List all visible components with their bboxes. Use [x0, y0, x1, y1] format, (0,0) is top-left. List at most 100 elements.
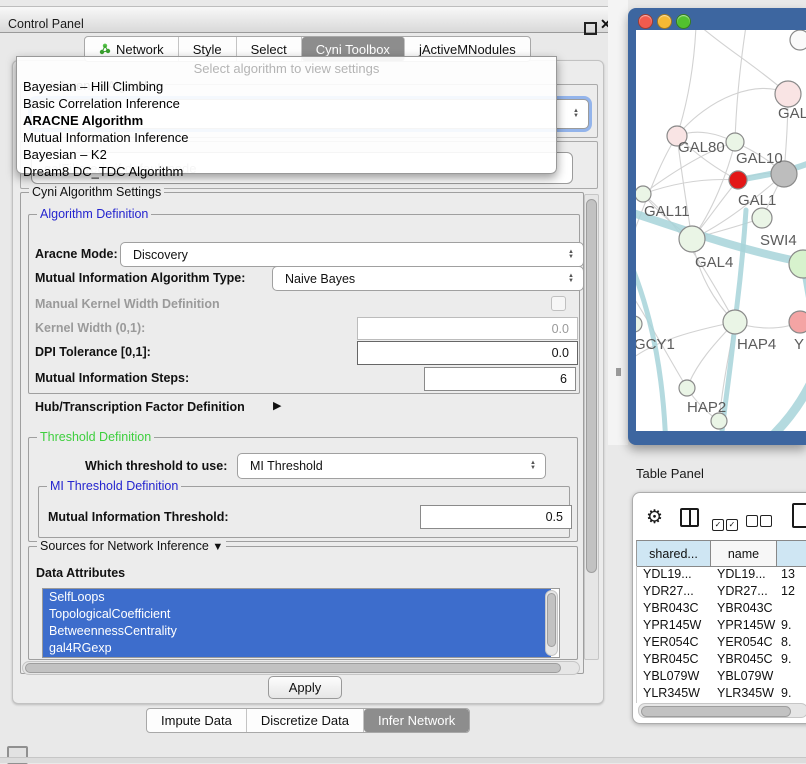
aracne-mode-combo[interactable]: Discovery ▲▼ — [120, 242, 584, 267]
node-gal4[interactable] — [679, 226, 705, 252]
node-gal11[interactable] — [636, 186, 651, 202]
tab-discretize-data-label: Discretize Data — [261, 713, 349, 728]
cell — [777, 600, 806, 617]
panel-title: Control Panel — [8, 17, 84, 31]
node-gal10[interactable] — [726, 133, 744, 151]
cell: 8. — [777, 634, 806, 651]
dpi-tolerance-label: DPI Tolerance [0,1]: — [35, 345, 151, 359]
table-panel-title: Table Panel — [636, 466, 704, 481]
mi-steps-field[interactable]: 6 — [424, 367, 576, 391]
tab-select-label: Select — [251, 42, 287, 57]
algorithm-option-bayesian-hill-climbing[interactable]: Bayesian – Hill Climbing — [21, 78, 552, 95]
attribute-item-topologicalcoefficient[interactable]: TopologicalCoefficient — [43, 606, 551, 623]
columns-icon[interactable] — [680, 508, 699, 527]
node-label-gal80: GAL80 — [678, 139, 725, 156]
threshold-definition-title: Threshold Definition — [37, 430, 154, 444]
spinner-icon: ▲▼ — [568, 250, 574, 260]
table-row[interactable]: YDR27...YDR27...12 — [637, 583, 806, 600]
collapse-down-icon: ▼ — [212, 541, 223, 553]
cell: 12 — [777, 583, 806, 600]
node-label-gal4: GAL4 — [695, 254, 733, 271]
columns-icon-divider — [689, 510, 691, 525]
select-all-checks-icon[interactable]: ✓✓ — [712, 514, 740, 532]
table-row[interactable]: YLR345WYLR345W9. — [637, 685, 806, 702]
manual-kernel-checkbox[interactable] — [551, 296, 566, 311]
dpi-tolerance-field[interactable]: 0.0 — [357, 341, 578, 365]
new-table-icon[interactable] — [792, 503, 806, 528]
node-bright-green[interactable] — [789, 250, 806, 278]
table-hscrollbar[interactable] — [638, 703, 806, 718]
network-canvas[interactable]: GALGAL80GAL10GAL1GAL11SWI4GAL4GCY1HAP4YH… — [636, 30, 806, 431]
table-row[interactable]: YBL079WYBL079W — [637, 668, 806, 685]
network-view-window[interactable]: GALGAL80GAL10GAL1GAL11SWI4GAL4GCY1HAP4YH… — [628, 8, 806, 445]
table-row[interactable]: YDL19...YDL19...13 — [637, 566, 806, 583]
table-header-row: shared...name — [636, 540, 806, 567]
aracne-mode-label: Aracne Mode: — [35, 247, 118, 261]
bottom-divider — [0, 757, 806, 763]
column-header-2[interactable] — [777, 541, 806, 566]
table-row[interactable]: YER054CYER054C8. — [637, 634, 806, 651]
spinner-icon: ▲▼ — [573, 109, 579, 119]
node-top-partial[interactable] — [790, 30, 806, 50]
zoom-window-icon[interactable] — [676, 14, 691, 29]
node-label-gcy1: GCY1 — [636, 336, 675, 353]
minimize-window-icon[interactable] — [657, 14, 672, 29]
cell: YDR27... — [637, 583, 711, 600]
settings-vscrollbar[interactable] — [584, 194, 599, 660]
algorithm-option-aracne-algorithm[interactable]: ARACNE Algorithm — [21, 112, 552, 129]
node-gcy1[interactable] — [636, 316, 642, 332]
settings-hscrollbar[interactable] — [22, 661, 580, 675]
algorithm-option-basic-correlation-inference[interactable]: Basic Correlation Inference — [21, 95, 552, 112]
mi-algorithm-type-combo[interactable]: Naive Bayes ▲▼ — [272, 266, 584, 291]
sources-title[interactable]: Sources for Network Inference ▼ — [37, 539, 226, 553]
algorithm-dropdown-popup: Select algorithm to view settings Bayesi… — [16, 56, 557, 174]
table-rows: YDL19...YDL19...13YDR27...YDR27...12YBR0… — [636, 566, 806, 703]
gear-icon[interactable]: ⚙ — [646, 506, 663, 529]
tab-jactivemnodules-label: jActiveMNodules — [419, 42, 516, 57]
manual-kernel-label: Manual Kernel Width Definition — [35, 297, 220, 311]
node-hap2[interactable] — [679, 380, 695, 396]
node-gal-pink[interactable] — [775, 81, 801, 107]
node-hap4[interactable] — [723, 310, 747, 334]
tab-infer-network[interactable]: Infer Network — [364, 709, 469, 732]
tab-cyni-toolbox-label: Cyni Toolbox — [316, 42, 390, 57]
settings-vscrollbar-thumb[interactable] — [586, 199, 597, 573]
attr-list-vscrollbar-thumb[interactable] — [547, 593, 556, 647]
tab-impute-data-label: Impute Data — [161, 713, 232, 728]
close-window-icon[interactable] — [638, 14, 653, 29]
expand-right-icon[interactable]: ▶ — [273, 399, 281, 412]
attribute-item-selfloops[interactable]: SelfLoops — [43, 589, 551, 606]
attr-list-vscrollbar[interactable] — [545, 590, 558, 656]
clear-all-checks-icon[interactable] — [746, 514, 774, 532]
table-row[interactable]: YBR045CYBR045C9. — [637, 651, 806, 668]
table-hscrollbar-thumb[interactable] — [641, 706, 791, 717]
split-divider[interactable] — [608, 0, 628, 445]
table-row[interactable]: YBR043CYBR043C — [637, 600, 806, 617]
tab-discretize-data[interactable]: Discretize Data — [247, 709, 364, 732]
table-row[interactable]: YPR145WYPR145W9. — [637, 617, 806, 634]
algorithm-option-dream8-dc-tdc-algorithm[interactable]: Dream8 DC_TDC Algorithm — [21, 163, 552, 180]
tab-impute-data[interactable]: Impute Data — [147, 709, 247, 732]
cell: 9. — [777, 651, 806, 668]
node-salmon[interactable] — [789, 311, 806, 333]
divider-grip-icon[interactable] — [616, 368, 621, 376]
column-header-name[interactable]: name — [711, 541, 777, 566]
node-label-y: Y — [794, 336, 804, 353]
hub-definition-label[interactable]: Hub/Transcription Factor Definition — [35, 400, 245, 414]
mi-threshold-field[interactable]: 0.5 — [420, 505, 572, 529]
kernel-width-field[interactable]: 0.0 — [357, 317, 578, 340]
settings-hscrollbar-thumb[interactable] — [25, 663, 561, 673]
algorithm-option-mutual-information-inference[interactable]: Mutual Information Inference — [21, 129, 552, 146]
attribute-item-gal4rgexp[interactable]: gal4RGexp — [43, 640, 551, 657]
column-header-shared[interactable]: shared... — [637, 541, 711, 566]
apply-button[interactable]: Apply — [268, 676, 342, 699]
which-threshold-label: Which threshold to use: — [85, 459, 227, 473]
algorithm-option-bayesian-k2[interactable]: Bayesian – K2 — [21, 146, 552, 163]
which-threshold-combo[interactable]: MI Threshold ▲▼ — [237, 453, 546, 479]
cell: YDR27... — [711, 583, 777, 600]
node-red-node[interactable] — [729, 171, 747, 189]
node-label-gal1: GAL1 — [738, 192, 776, 209]
node-gal1[interactable] — [752, 208, 772, 228]
float-panel-icon[interactable] — [584, 22, 597, 35]
attribute-item-betweennesscentrality[interactable]: BetweennessCentrality — [43, 623, 551, 640]
